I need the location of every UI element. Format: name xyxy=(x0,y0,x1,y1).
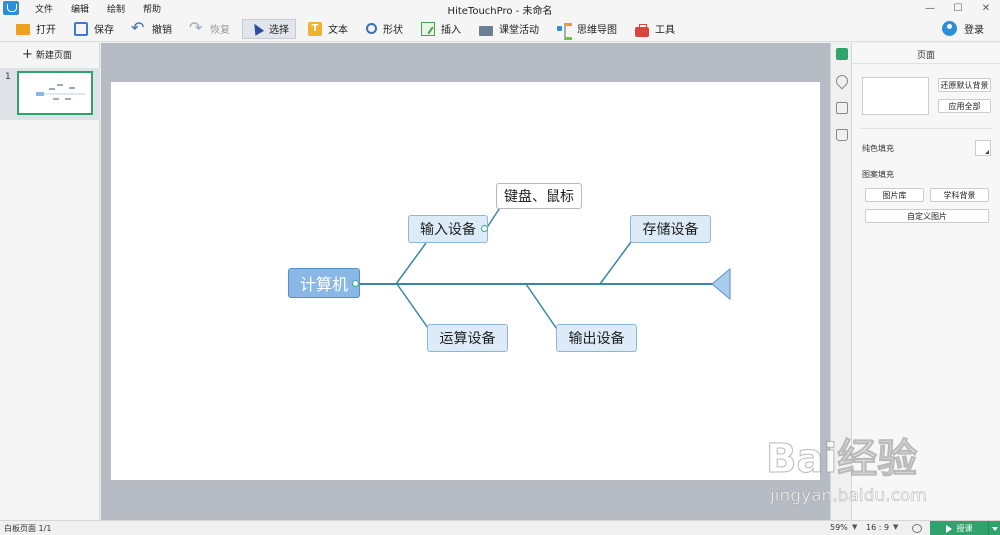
undo-button[interactable]: 撤销 xyxy=(126,18,178,39)
plus-icon: + xyxy=(22,46,33,62)
solid-fill-color-picker[interactable] xyxy=(975,140,991,156)
classroom-label: 课堂活动 xyxy=(499,25,539,36)
classroom-activity-button[interactable]: 课堂活动 xyxy=(473,19,545,39)
open-label: 打开 xyxy=(36,25,56,36)
fishbone-lines xyxy=(359,196,731,339)
redo-label: 恢复 xyxy=(210,25,230,36)
select-button[interactable]: 选择 xyxy=(242,18,296,39)
minimize-icon[interactable]: — xyxy=(916,3,944,14)
window-controls: — ☐ ✕ xyxy=(916,0,1000,16)
page-indicator: 白板页面 1/1 xyxy=(4,524,52,533)
new-page-label: 新建页面 xyxy=(35,51,72,61)
present-options-icon[interactable] xyxy=(988,521,1000,535)
save-button[interactable]: 保存 xyxy=(68,19,120,39)
text-button[interactable]: T 文本 xyxy=(302,19,354,39)
cursor-icon xyxy=(249,22,263,36)
shape-icon xyxy=(366,23,377,34)
save-label: 保存 xyxy=(94,25,114,36)
menu-help[interactable]: 帮助 xyxy=(143,2,161,15)
undo-icon xyxy=(131,18,146,37)
insert-label: 插入 xyxy=(441,25,461,36)
redo-icon xyxy=(189,18,204,37)
zoom-dropdown-icon[interactable]: ▼ xyxy=(852,523,857,531)
status-bar: 白板页面 1/1 59% ▼ 16 : 9 ▼ 授课 xyxy=(0,520,1000,535)
whiteboard-canvas[interactable]: 计算机 输入设备 键盘、鼠标 存储设备 运算设备 输出设备 xyxy=(111,82,820,480)
root-node[interactable]: 计算机 xyxy=(288,268,360,298)
node-output-device[interactable]: 输出设备 xyxy=(556,324,637,352)
menu-edit[interactable]: 编辑 xyxy=(71,2,89,15)
user-avatar-icon xyxy=(942,21,957,36)
node-storage-device[interactable]: 存储设备 xyxy=(630,215,711,243)
apply-all-button[interactable]: 应用全部 xyxy=(938,99,991,113)
layer-icon[interactable] xyxy=(836,102,848,114)
pattern-fill-label: 图案填充 xyxy=(862,170,894,179)
aspect-ratio[interactable]: 16 : 9 xyxy=(866,523,889,532)
text-label: 文本 xyxy=(328,25,348,36)
branch-input xyxy=(395,242,427,285)
toolbar: 打开 保存 撤销 恢复 选择 T 文本 形状 插入 课堂活动 思维导图 工具 登录 xyxy=(0,16,1000,42)
custom-image-button[interactable]: 自定义图片 xyxy=(865,209,989,223)
mindmap-label: 思维导图 xyxy=(577,25,617,36)
restore-default-bg-button[interactable]: 还原默认背景 xyxy=(938,78,991,92)
close-icon[interactable]: ✕ xyxy=(972,3,1000,14)
ratio-dropdown-icon[interactable]: ▼ xyxy=(893,523,898,531)
page-list-panel: + 新建页面 1 xyxy=(0,43,100,520)
node-keyboard-mouse[interactable]: 键盘、鼠标 xyxy=(496,183,582,209)
save-icon xyxy=(74,21,88,36)
app-logo-icon xyxy=(3,1,19,15)
panel-title: 页面 xyxy=(916,51,935,61)
fit-screen-icon[interactable] xyxy=(912,524,922,533)
background-preview[interactable] xyxy=(862,77,929,115)
watermark-logo: Bai经验 xyxy=(765,436,918,483)
maximize-icon[interactable]: ☐ xyxy=(944,3,972,14)
spine-arrowhead xyxy=(711,267,731,301)
toolbox-icon xyxy=(635,23,649,37)
image-gallery-button[interactable]: 图片库 xyxy=(865,188,924,202)
page-properties-icon[interactable] xyxy=(836,48,848,60)
new-page-button[interactable]: + 新建页面 xyxy=(22,46,72,62)
play-icon xyxy=(945,524,952,533)
present-button[interactable]: 授课 xyxy=(930,521,988,535)
thumbnail-diagram xyxy=(36,84,85,100)
solid-fill-label: 纯色填充 xyxy=(862,144,894,153)
page-thumbnail[interactable] xyxy=(17,71,93,115)
tools-label: 工具 xyxy=(655,25,675,36)
panel-divider xyxy=(852,63,1000,64)
redo-button[interactable]: 恢复 xyxy=(184,18,236,39)
panel-divider xyxy=(860,128,992,129)
present-label: 授课 xyxy=(956,524,973,533)
login-label: 登录 xyxy=(964,25,984,36)
mindmap-button[interactable]: 思维导图 xyxy=(551,19,623,40)
insert-button[interactable]: 插入 xyxy=(415,19,467,39)
input-connector-handle[interactable] xyxy=(481,225,488,232)
lock-icon[interactable] xyxy=(836,129,848,141)
animation-icon[interactable] xyxy=(833,72,851,90)
open-button[interactable]: 打开 xyxy=(10,19,62,39)
watermark-url: jingyan.baidu.com xyxy=(770,486,927,507)
text-icon: T xyxy=(308,21,322,36)
page-thumbnail-row[interactable]: 1 xyxy=(0,68,100,120)
shape-label: 形状 xyxy=(383,25,403,36)
zoom-level[interactable]: 59% xyxy=(830,523,848,532)
subject-background-button[interactable]: 学科背景 xyxy=(930,188,989,202)
menu-draw[interactable]: 绘制 xyxy=(107,2,125,15)
folder-icon xyxy=(16,24,30,35)
root-connector-handle[interactable] xyxy=(352,280,359,287)
canvas-area: 计算机 输入设备 键盘、鼠标 存储设备 运算设备 输出设备 xyxy=(101,43,830,520)
classroom-icon xyxy=(479,25,493,36)
shape-button[interactable]: 形状 xyxy=(360,19,409,39)
menu-bar: 文件 编辑 绘制 帮助 HiteTouchPro - 未命名 — ☐ ✕ xyxy=(0,0,1000,17)
node-compute-device[interactable]: 运算设备 xyxy=(427,324,508,352)
insert-icon xyxy=(421,21,435,36)
select-label: 选择 xyxy=(269,25,289,36)
page-number: 1 xyxy=(5,72,11,82)
node-input-device[interactable]: 输入设备 xyxy=(408,215,488,243)
menu-file[interactable]: 文件 xyxy=(35,2,53,15)
branch-storage xyxy=(599,241,632,285)
watermark: Bai经验 jingyan.baidu.com xyxy=(760,426,990,516)
undo-label: 撤销 xyxy=(152,25,172,36)
login-button[interactable]: 登录 xyxy=(942,21,984,36)
mindmap-icon xyxy=(557,22,572,40)
tools-button[interactable]: 工具 xyxy=(629,19,681,39)
